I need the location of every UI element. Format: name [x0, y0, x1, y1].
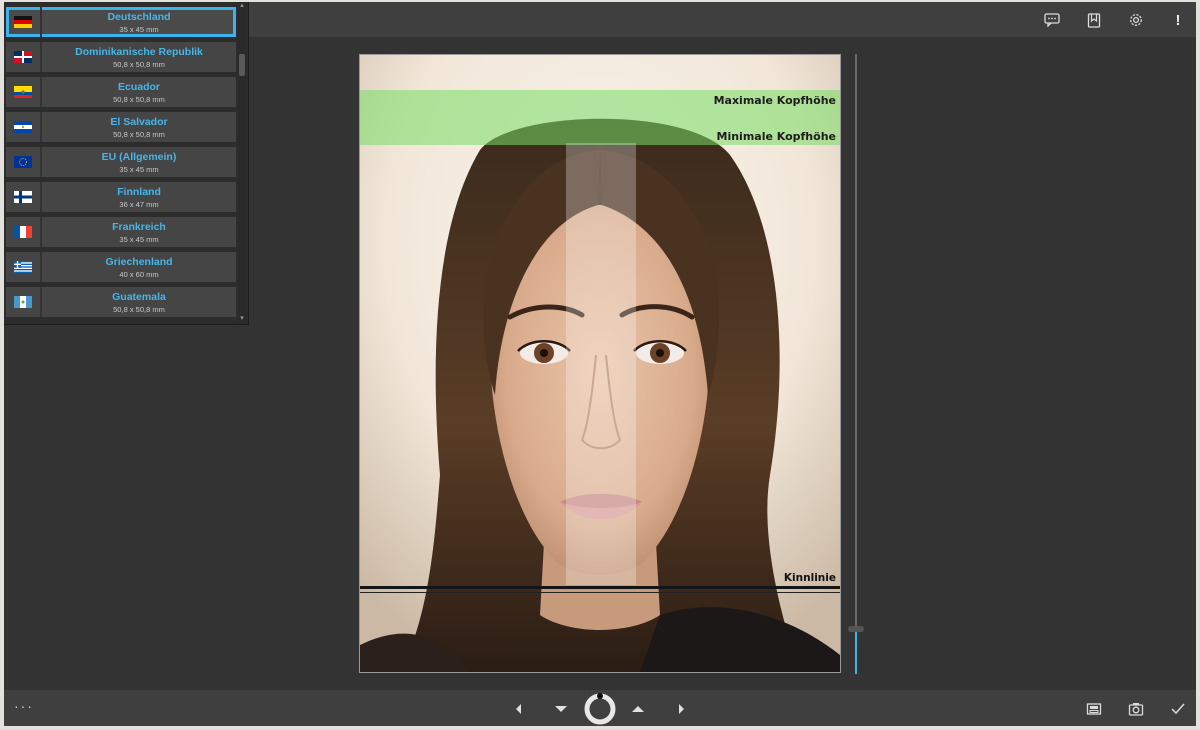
- min-head-height-label: Minimale Kopfhöhe: [716, 130, 837, 143]
- country-item[interactable]: El Salvador 50,8 x 50,8 mm: [6, 112, 236, 142]
- list-scrollbar[interactable]: ▴ ▾: [238, 2, 246, 324]
- scroll-thumb[interactable]: [239, 54, 245, 76]
- vertical-slider-track[interactable]: [855, 54, 857, 674]
- alert-icon[interactable]: !: [1166, 8, 1190, 32]
- scroll-down-icon[interactable]: ▾: [238, 315, 246, 323]
- country-name: El Salvador: [110, 116, 168, 128]
- country-photo-size: 50,8 x 50,8 mm: [113, 130, 165, 139]
- country-item[interactable]: Ecuador 50,8 x 50,8 mm: [6, 77, 236, 107]
- flag-icon: [6, 42, 42, 72]
- country-photo-size: 35 x 45 mm: [119, 25, 159, 34]
- country-photo-size: 50,8 x 50,8 mm: [113, 60, 165, 69]
- flag-icon: [6, 217, 42, 247]
- country-name: Guatemala: [112, 291, 166, 303]
- country-dropdown-list[interactable]: Deutschland 35 x 45 mm Dominikanische Repu…: [4, 2, 249, 325]
- country-item[interactable]: Guatemala 50,8 x 50,8 mm: [6, 287, 236, 317]
- check-icon[interactable]: [1165, 696, 1191, 722]
- comment-icon[interactable]: [1040, 8, 1064, 32]
- country-item[interactable]: Frankreich 35 x 45 mm: [6, 217, 236, 247]
- camera-icon[interactable]: [1123, 696, 1149, 722]
- arrow-left-icon[interactable]: [506, 696, 532, 722]
- country-name: EU (Allgemein): [101, 151, 177, 163]
- chin-line[interactable]: [360, 586, 840, 589]
- vertical-slider-fill: [855, 628, 857, 674]
- flag-icon: [6, 7, 42, 37]
- country-photo-size: 40 x 60 mm: [119, 270, 159, 279]
- flag-icon: [6, 252, 42, 282]
- bottom-toolbar: ···: [4, 690, 1196, 726]
- face-center-strip: [566, 143, 636, 585]
- country-photo-size: 36 x 47 mm: [119, 200, 159, 209]
- bookmark-icon[interactable]: [1082, 8, 1106, 32]
- country-item[interactable]: Griechenland 40 x 60 mm: [6, 252, 236, 282]
- flag-icon: [6, 77, 42, 107]
- country-photo-size: 50,8 x 50,8 mm: [113, 95, 165, 104]
- rotate-dial-icon[interactable]: [583, 692, 617, 726]
- arrow-down-icon[interactable]: [548, 696, 574, 722]
- country-photo-size: 35 x 45 mm: [119, 165, 159, 174]
- country-name: Griechenland: [105, 256, 173, 268]
- flag-icon: [6, 147, 42, 177]
- chin-line-label: Kinnlinie: [783, 572, 836, 584]
- passport-photo[interactable]: Maximale Kopfhöhe Minimale Kopfhöhe Kinn…: [359, 54, 841, 673]
- country-item[interactable]: EU (Allgemein) 35 x 45 mm: [6, 147, 236, 177]
- settings-icon[interactable]: [1124, 8, 1148, 32]
- arrow-right-icon[interactable]: [668, 696, 694, 722]
- save-icon[interactable]: [1081, 696, 1107, 722]
- more-options-button[interactable]: ···: [14, 699, 34, 713]
- flag-icon: [6, 182, 42, 212]
- country-name: Ecuador: [117, 81, 160, 93]
- country-name: Deutschland: [107, 11, 171, 23]
- country-item[interactable]: Deutschland 35 x 45 mm: [6, 7, 236, 37]
- arrow-up-icon[interactable]: [625, 696, 651, 722]
- country-photo-size: 50,8 x 50,8 mm: [113, 305, 165, 314]
- app-window: ! Maximale Kopfhöhe Minimale Kopfhöhe Ki…: [4, 2, 1196, 726]
- country-name: Frankreich: [112, 221, 166, 233]
- alert-glyph: !: [1175, 11, 1181, 29]
- country-item[interactable]: Finnland 36 x 47 mm: [6, 182, 236, 212]
- country-item[interactable]: Dominikanische Republik 50,8 x 50,8 mm: [6, 42, 236, 72]
- country-name: Dominikanische Republik: [75, 46, 203, 58]
- country-photo-size: 35 x 45 mm: [119, 235, 159, 244]
- chin-guide-line: [360, 592, 840, 593]
- max-head-height-label: Maximale Kopfhöhe: [713, 94, 836, 107]
- vertical-slider-thumb[interactable]: [848, 626, 864, 632]
- country-name: Finnland: [117, 186, 161, 198]
- flag-icon: [6, 287, 42, 317]
- scroll-up-icon[interactable]: ▴: [238, 2, 246, 10]
- flag-icon: [6, 112, 42, 142]
